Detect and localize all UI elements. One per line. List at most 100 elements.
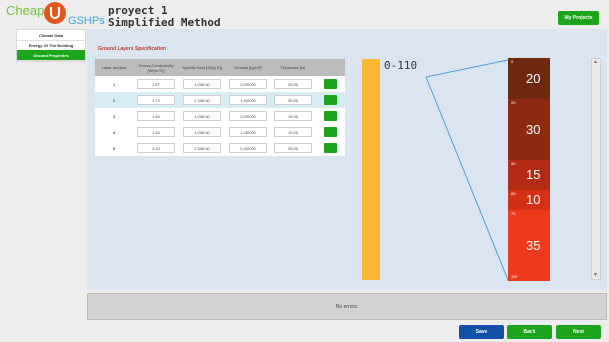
conductivity-input[interactable]: 1.70 <box>137 95 175 105</box>
thickness-input[interactable]: 10.00 <box>274 127 312 137</box>
layer-thickness-label: 20 <box>526 71 541 86</box>
conductivity-cell: 1.80 <box>133 108 179 124</box>
column-header-thickness: Thickness [m] <box>271 59 315 76</box>
specific-heat-input[interactable]: 1,000.00 <box>183 79 221 89</box>
layer-thickness-label: 15 <box>526 167 541 182</box>
specific-heat-cell: 2,300.00 <box>179 92 225 108</box>
layer-edit-button[interactable] <box>323 142 337 153</box>
specific-heat-cell: 1,000.00 <box>179 124 225 140</box>
thickness-cell: 10.00 <box>271 124 315 140</box>
save-button[interactable]: Save <box>459 325 504 339</box>
layer-top-depth: 75 <box>511 211 516 216</box>
layer-number-cell: 4 <box>95 124 133 140</box>
action-cell <box>315 108 345 124</box>
layer-thickness-label: 10 <box>526 192 541 207</box>
logo-gshps-text: GSHPs <box>68 15 105 27</box>
specific-heat-cell: 1,000.00 <box>179 108 225 124</box>
thickness-input[interactable]: 35.00 <box>274 143 312 153</box>
method-title: Simplified Method <box>108 16 221 29</box>
specific-heat-cell: 2,500.00 <box>179 140 225 156</box>
density-input[interactable]: 2,600.00 <box>229 143 267 153</box>
layer-thickness-label: 30 <box>526 122 541 137</box>
specific-heat-input[interactable]: 2,500.00 <box>183 143 221 153</box>
specific-heat-cell: 1,000.00 <box>179 76 225 92</box>
app-logo: Cheap GSHPs <box>6 2 105 30</box>
conductivity-cell: 1.57 <box>133 76 179 92</box>
conductivity-input[interactable]: 1.40 <box>137 127 175 137</box>
sidebar-nav: Climate Data Energy Of The Building Grou… <box>16 29 86 62</box>
layer-number-cell: 5 <box>95 140 133 156</box>
thickness-cell: 35.00 <box>271 140 315 156</box>
depth-bar <box>362 59 380 280</box>
thickness-cell: 30.00 <box>271 92 315 108</box>
connector-line-bottom <box>425 76 509 281</box>
layer-thickness-label: 35 <box>526 238 541 253</box>
density-cell: 1,000.00 <box>225 124 271 140</box>
column-header-density: Density [kg/m³] <box>225 59 271 76</box>
layer-edit-button[interactable] <box>323 78 337 89</box>
layer-top-depth: 50 <box>511 161 516 166</box>
density-cell: 2,600.00 <box>225 140 271 156</box>
logo-badge-icon <box>44 2 66 24</box>
layer-edit-button[interactable] <box>323 94 337 105</box>
thickness-input[interactable]: 30.00 <box>274 95 312 105</box>
density-input[interactable]: 1,900.00 <box>229 95 267 105</box>
zoom-connector-lines <box>425 59 509 281</box>
table-row: 1 1.57 1,000.00 2,000.00 20.00 <box>95 76 345 92</box>
thickness-cell: 15.00 <box>271 108 315 124</box>
conductivity-cell: 1.40 <box>133 124 179 140</box>
density-cell: 1,900.00 <box>225 92 271 108</box>
layer-top-depth: 65 <box>511 191 516 196</box>
action-cell <box>315 140 345 156</box>
specific-heat-input[interactable]: 1,000.00 <box>183 111 221 121</box>
density-input[interactable]: 2,000.00 <box>229 111 267 121</box>
layer-block: 20 30 <box>508 99 550 160</box>
layer-top-depth: 20 <box>511 100 516 105</box>
layer-block: 65 10 <box>508 190 550 210</box>
connector-line-top <box>425 59 509 78</box>
scroll-down-icon[interactable]: ▼ <box>593 272 598 278</box>
table-row: 3 1.80 1,000.00 2,000.00 15.00 <box>95 108 345 124</box>
thickness-input[interactable]: 20.00 <box>274 79 312 89</box>
scroll-up-icon[interactable]: ▲ <box>593 59 598 65</box>
layer-number-cell: 2 <box>95 92 133 108</box>
table-header-row: Layer number Termal Conductivity [W/(m K… <box>95 59 345 76</box>
back-button[interactable]: Back <box>507 325 552 339</box>
specific-heat-input[interactable]: 1,000.00 <box>183 127 221 137</box>
vertical-scrollbar[interactable] <box>591 58 601 280</box>
conductivity-input[interactable]: 1.80 <box>137 111 175 121</box>
section-title: Ground Layers Specification <box>98 46 167 52</box>
table-row: 2 1.70 2,300.00 1,900.00 30.00 <box>95 92 345 108</box>
conductivity-input[interactable]: 3.20 <box>137 143 175 153</box>
density-input[interactable]: 1,000.00 <box>229 127 267 137</box>
action-cell <box>315 124 345 140</box>
next-button[interactable]: Next <box>556 325 601 339</box>
density-input[interactable]: 2,000.00 <box>229 79 267 89</box>
layer-edit-button[interactable] <box>323 110 337 121</box>
layer-stack: 0 20 20 30 50 15 65 10 75 35 110 <box>508 58 550 281</box>
column-header-conductivity: Termal Conductivity [W/(m K)] <box>133 59 179 76</box>
layer-number-cell: 3 <box>95 108 133 124</box>
layer-top-depth: 0 <box>511 59 514 64</box>
status-bar: No errors. <box>87 293 607 320</box>
density-cell: 2,000.00 <box>225 76 271 92</box>
density-cell: 2,000.00 <box>225 108 271 124</box>
table-row: 4 1.40 1,000.00 1,000.00 10.00 <box>95 124 345 140</box>
sidebar-item-ground-properties[interactable]: Ground Properties <box>17 50 85 61</box>
action-cell <box>315 76 345 92</box>
thickness-cell: 20.00 <box>271 76 315 92</box>
layer-block: 75 35 <box>508 210 550 281</box>
action-cell <box>315 92 345 108</box>
conductivity-input[interactable]: 1.57 <box>137 79 175 89</box>
layer-number-cell: 1 <box>95 76 133 92</box>
specific-heat-input[interactable]: 2,300.00 <box>183 95 221 105</box>
layer-block: 50 15 <box>508 160 550 190</box>
column-header-action <box>315 59 345 76</box>
ground-layers-table: Layer number Termal Conductivity [W/(m K… <box>95 59 345 156</box>
column-header-layer-number: Layer number <box>95 59 133 76</box>
layer-block: 0 20 <box>508 58 550 99</box>
logo-cheap-text: Cheap <box>6 3 45 18</box>
thickness-input[interactable]: 15.00 <box>274 111 312 121</box>
layer-edit-button[interactable] <box>323 126 337 137</box>
my-projects-button[interactable]: My Projects <box>558 11 599 25</box>
